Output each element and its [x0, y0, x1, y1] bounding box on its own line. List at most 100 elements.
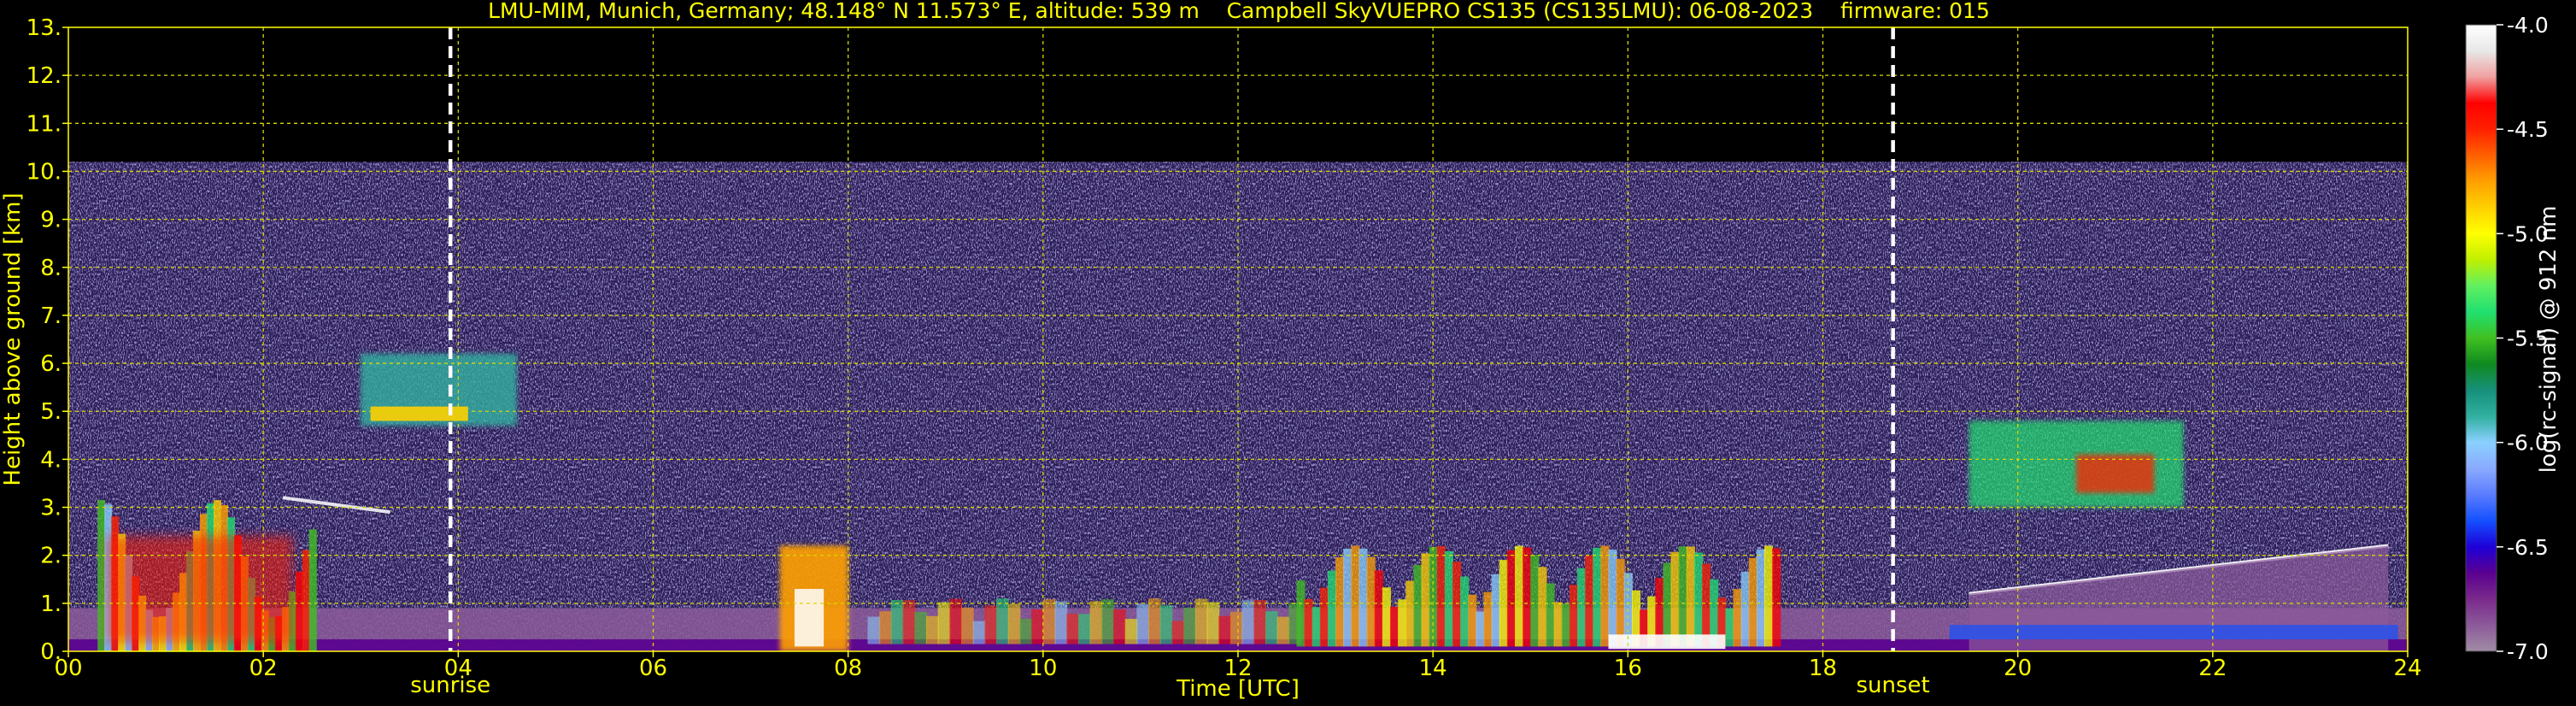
- ceilometer-chart: LMU-MIM, Munich, Germany; 48.148° N 11.5…: [0, 0, 2561, 702]
- convective-stripe: [1600, 545, 1610, 647]
- midday-cloud-stripe: [996, 598, 1009, 644]
- convective-stripe: [1351, 545, 1360, 647]
- colorbar-tick-label: -6.5: [2507, 535, 2549, 560]
- x-tick-label: 18: [1809, 656, 1837, 681]
- midday-cloud-stripe: [1124, 619, 1138, 644]
- convective-stripe: [1670, 551, 1680, 647]
- x-tick-label: 20: [2004, 656, 2032, 681]
- convective-stripe: [1764, 545, 1774, 647]
- convective-stripe: [1772, 548, 1781, 647]
- midday-cloud-stripe: [949, 598, 963, 644]
- x-axis-label: Time [UTC]: [1176, 676, 1300, 702]
- convective-stripe: [1335, 556, 1345, 647]
- convective-stripe: [1358, 548, 1368, 647]
- convective-stripe: [1374, 570, 1383, 647]
- midday-cloud-stripe: [1218, 615, 1231, 644]
- midday-cloud-stripe: [1031, 609, 1044, 644]
- convective-stripe: [1460, 576, 1470, 647]
- convective-stripe: [1538, 567, 1547, 647]
- midday-cloud-stripe: [1077, 614, 1091, 644]
- convective-stripe: [1608, 549, 1617, 647]
- convective-stripe: [1398, 599, 1407, 647]
- midday-cloud-stripe: [984, 605, 998, 644]
- convective-stripe: [1553, 602, 1563, 647]
- midday-cloud-stripe: [1194, 598, 1208, 644]
- midday-cloud-stripe: [1042, 599, 1056, 644]
- evening-blue-band: [1949, 625, 2398, 639]
- midday-cloud-stripe: [890, 599, 904, 644]
- y-tick-label: 9.: [40, 208, 62, 233]
- above-ceiling-mask: [68, 27, 2408, 162]
- convective-stripe: [1725, 608, 1734, 647]
- midday-cloud-stripe: [1159, 605, 1173, 644]
- x-tick-label: 24: [2393, 656, 2421, 681]
- x-tick-label: 10: [1029, 656, 1057, 681]
- colorbar-tick-label: -4.0: [2507, 13, 2549, 38]
- convective-stripe: [1405, 580, 1415, 647]
- convective-stripe: [97, 500, 106, 651]
- convective-stripe: [1530, 554, 1540, 647]
- midday-cloud-stripe: [902, 600, 916, 644]
- midday-cloud-stripe: [1019, 618, 1033, 644]
- evening-cloud-core: [2076, 454, 2155, 493]
- convective-stripe: [1491, 574, 1500, 647]
- convective-stripe: [1702, 563, 1711, 647]
- midday-cloud-stripe: [1276, 616, 1290, 644]
- convective-stripe: [1444, 550, 1453, 647]
- colorbar-tick-label: -7.0: [2507, 639, 2549, 664]
- colorbar: -4.0-4.5-5.0-5.5-6.0-6.5-7.0 log(rc-sign…: [2465, 13, 2561, 664]
- y-tick-label: 4.: [40, 447, 62, 473]
- y-tick-label: 7.: [40, 303, 62, 329]
- convective-stripe: [295, 571, 303, 651]
- convective-stripe: [1523, 547, 1532, 647]
- convective-stripe: [1452, 562, 1462, 647]
- midday-cloud-stripe: [1288, 603, 1302, 644]
- convective-stripe: [1304, 598, 1313, 647]
- convective-stripe: [1413, 564, 1423, 647]
- convective-stripe: [1693, 552, 1704, 647]
- sunset-label: sunset: [1857, 673, 1930, 698]
- convective-stripe: [1561, 603, 1570, 647]
- midday-cloud-stripe: [961, 607, 974, 644]
- convective-stripe: [1476, 611, 1485, 647]
- convective-stripe: [1327, 570, 1337, 647]
- convective-stripe: [1593, 547, 1602, 647]
- convective-core: [107, 536, 293, 642]
- midday-cloud-stripe: [972, 621, 986, 644]
- y-tick-label: 0.: [40, 639, 62, 665]
- y-axis-label: Height above ground [km]: [0, 192, 26, 485]
- convective-stripe: [308, 529, 317, 651]
- convective-stripe: [1585, 555, 1594, 647]
- midday-cloud-stripe: [1171, 621, 1185, 644]
- convective-stripe: [1678, 546, 1687, 647]
- y-tick-label: 3.: [40, 496, 62, 521]
- convective-stripe: [1483, 591, 1493, 647]
- midday-cloud-stripe: [1054, 601, 1068, 644]
- colorbar-scale: [2465, 24, 2497, 652]
- convective-stripe: [1514, 545, 1524, 647]
- x-tick-label: 14: [1419, 656, 1447, 681]
- midday-cloud-stripe: [1066, 614, 1079, 644]
- x-tick-label: 06: [639, 656, 667, 681]
- convective-stripe: [1577, 568, 1587, 647]
- convective-stripe: [1756, 549, 1766, 647]
- midday-cloud-stripe: [1206, 602, 1220, 644]
- convective-stripe: [1733, 589, 1742, 647]
- y-tick-label: 8.: [40, 256, 62, 281]
- y-tick-label: 10.: [26, 159, 62, 185]
- midday-cloud-stripe: [1112, 609, 1126, 644]
- afternoon-cloud-base: [1608, 634, 1726, 650]
- midday-cloud-stripe: [867, 616, 881, 644]
- convective-stripe: [1663, 562, 1672, 647]
- convective-stripe: [1311, 607, 1321, 647]
- midday-cloud-stripe: [1253, 599, 1266, 644]
- y-tick-label: 5.: [40, 399, 62, 425]
- convective-stripe: [1319, 587, 1329, 647]
- convective-stripe: [302, 550, 310, 651]
- convective-stripe: [1366, 556, 1376, 647]
- convective-stripe: [1506, 550, 1516, 647]
- convective-stripe: [1740, 571, 1750, 647]
- low-cloud-core: [794, 589, 824, 647]
- midday-cloud-stripe: [879, 611, 892, 644]
- convective-stripe: [1389, 606, 1399, 647]
